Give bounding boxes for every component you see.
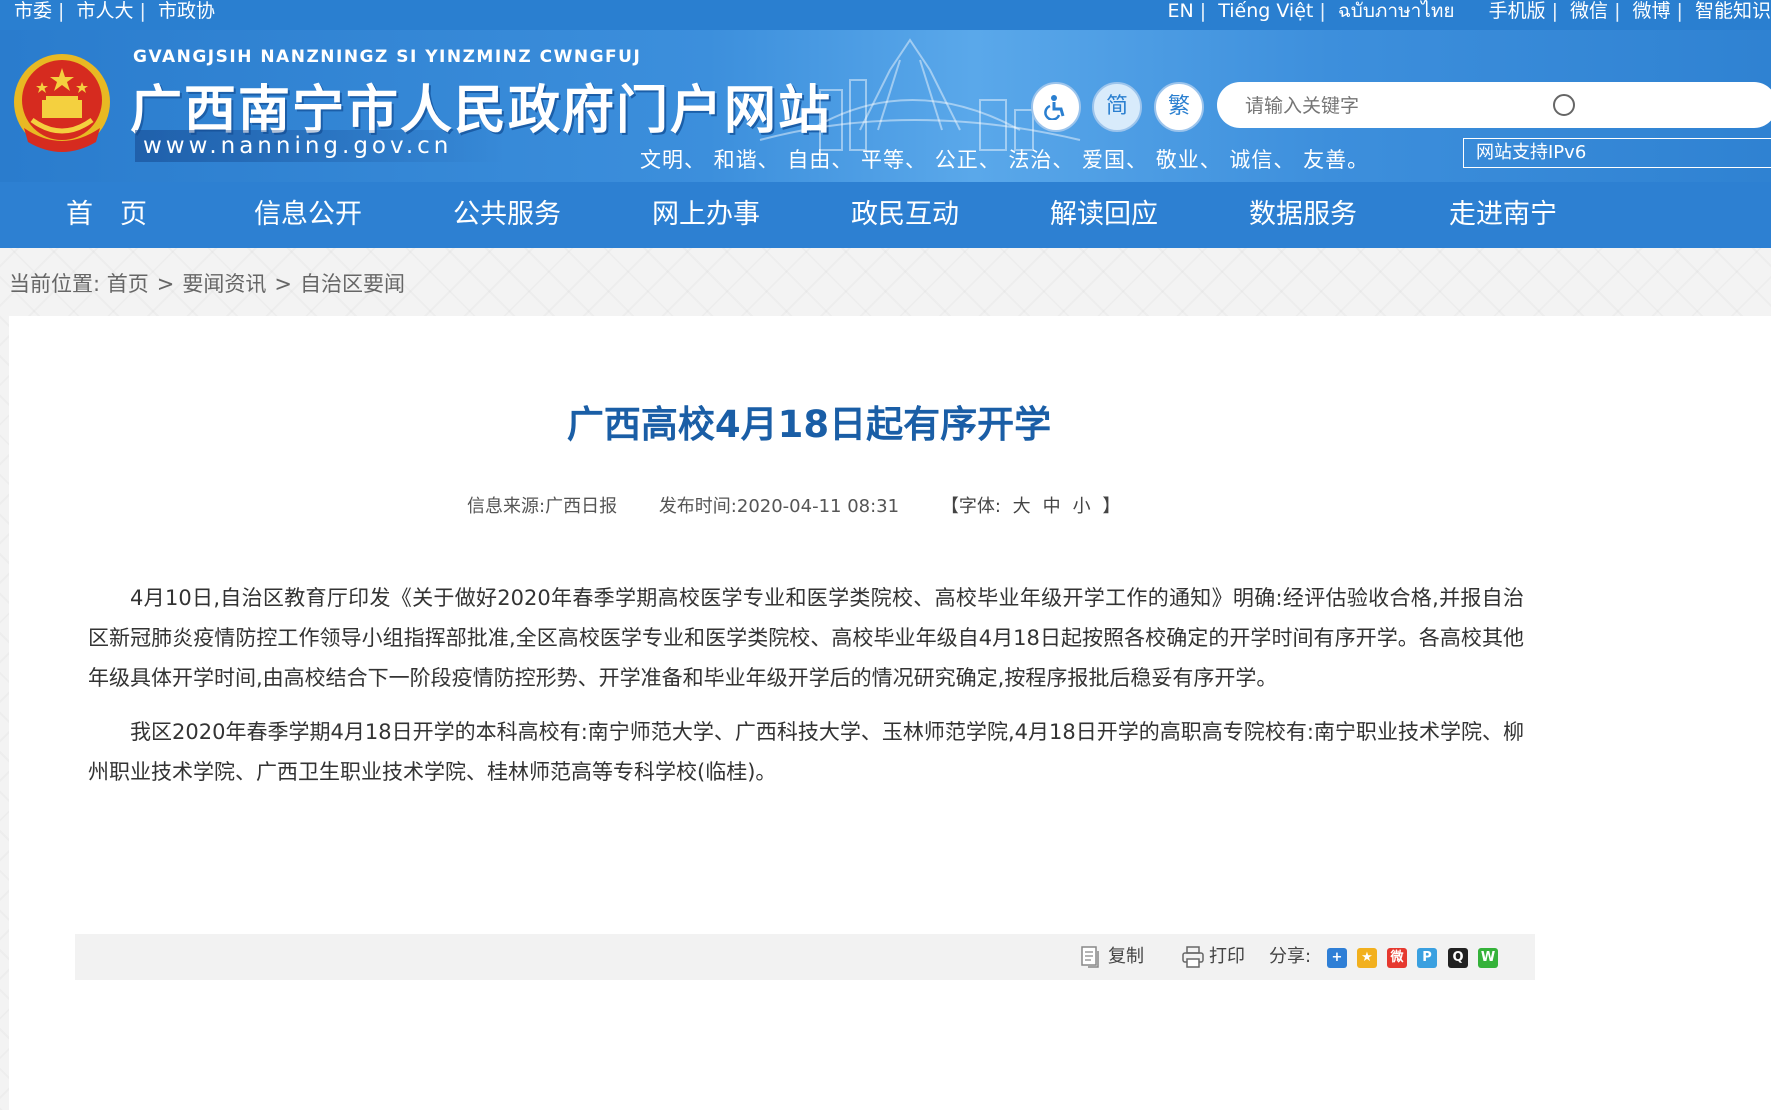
wheelchair-icon	[1044, 95, 1065, 121]
link-english[interactable]: EN	[1168, 0, 1194, 22]
core-values-slogan: 文明、 和谐、 自由、 平等、 公正、 法治、 爱国、 敬业、 诚信、 友善。	[640, 148, 1370, 172]
nav-interpretation[interactable]: 解读回应	[1050, 182, 1158, 248]
nav-interaction[interactable]: 政民互动	[851, 182, 959, 248]
qq-icon[interactable]: Q	[1448, 948, 1468, 968]
search-box	[1217, 82, 1771, 128]
nav-about-nanning[interactable]: 走进南宁	[1449, 182, 1557, 248]
top-links-right: EN | Tiếng Việt | ฉบับภาษาไทย 手机版 | 微信 | 微博 |…	[1167, 0, 1771, 22]
nav-data-services[interactable]: 数据服务	[1249, 182, 1357, 248]
qzone-star-icon[interactable]: ★	[1357, 948, 1377, 968]
link-thai[interactable]: ฉบับภาษาไทย	[1338, 0, 1455, 22]
article-paragraph: 我区2020年春季学期4月18日开学的本科高校有:南宁师范大学、广西科技大学、玉…	[88, 720, 1524, 784]
qzone-plus-icon[interactable]: +	[1327, 948, 1347, 968]
main-nav: 首 页 信息公开 公共服务 网上办事 政民互动 解读回应 数据服务 走进南宁	[0, 182, 1771, 248]
article-meta: 信息来源:广西日报 发布时间:2020-04-11 08:31 【字体: 大中小…	[467, 492, 1120, 518]
simplified-chinese-button[interactable]: 简	[1092, 82, 1142, 132]
search-input[interactable]	[1243, 90, 1547, 122]
national-emblem-icon	[14, 54, 110, 152]
font-size-small[interactable]: 小	[1073, 496, 1091, 517]
link-mobile[interactable]: 手机版	[1489, 0, 1546, 22]
print-button[interactable]: 打印	[1181, 944, 1245, 970]
nav-online-services[interactable]: 网上办事	[652, 182, 760, 248]
breadcrumb-prefix: 当前位置:	[9, 272, 101, 296]
link-weibo[interactable]: 微博	[1633, 0, 1671, 22]
site-header: GVANGJSIH NANZNINGZ SI YINZMINZ CWNGFUJ …	[0, 30, 1771, 182]
font-size-switcher: 【字体: 大中小 】	[940, 496, 1121, 517]
printer-icon	[1182, 946, 1204, 968]
link-cppcc[interactable]: 市政协	[158, 0, 215, 22]
breadcrumb: 当前位置: 首页 > 要闻资讯 > 自治区要闻	[9, 272, 405, 296]
article-title: 广西高校4月18日起有序开学	[566, 403, 1052, 446]
site-url: www.nanning.gov.cn	[135, 130, 503, 162]
share-label: 分享:	[1269, 946, 1312, 967]
link-wechat[interactable]: 微信	[1570, 0, 1608, 22]
accessibility-button[interactable]	[1031, 82, 1081, 132]
tencent-icon[interactable]: P	[1417, 948, 1437, 968]
article-paragraph: 4月10日,自治区教育厅印发《关于做好2020年春季学期高校医学专业和医学类院校…	[88, 586, 1524, 690]
font-size-large[interactable]: 大	[1013, 496, 1031, 517]
font-size-medium[interactable]: 中	[1043, 496, 1061, 517]
top-bar: 市委 | 市人大 | 市政协 EN | Tiếng Việt | ฉบับภาษาไทย…	[0, 0, 1771, 30]
top-links-left: 市委 | 市人大 | 市政协	[14, 0, 215, 22]
nav-home[interactable]: 首 页	[66, 182, 147, 248]
breadcrumb-news[interactable]: 要闻资讯	[182, 272, 266, 296]
article-toolbar: 复制 打印 分享: + ★ 微 P Q W	[75, 934, 1535, 980]
nav-info-disclosure[interactable]: 信息公开	[254, 182, 362, 248]
copy-icon	[1081, 946, 1099, 968]
search-icon[interactable]	[1553, 94, 1575, 116]
weibo-icon[interactable]: 微	[1387, 948, 1407, 968]
link-peoples-congress[interactable]: 市人大	[76, 0, 133, 22]
breadcrumb-region-news[interactable]: 自治区要闻	[300, 272, 405, 296]
ipv6-support-label: 网站支持IPv6	[1463, 138, 1771, 168]
wechat-icon[interactable]: W	[1478, 948, 1498, 968]
article-publish-time: 发布时间:2020-04-11 08:31	[658, 496, 900, 517]
article-card: 广西高校4月18日起有序开学 信息来源:广西日报 发布时间:2020-04-11…	[9, 316, 1771, 1110]
article-source: 信息来源:广西日报	[467, 496, 618, 517]
traditional-chinese-button[interactable]: 繁	[1154, 82, 1204, 132]
breadcrumb-home[interactable]: 首页	[107, 272, 149, 296]
nav-public-services[interactable]: 公共服务	[453, 182, 561, 248]
link-party-committee[interactable]: 市委	[14, 0, 52, 22]
link-vietnamese[interactable]: Tiếng Việt	[1218, 0, 1313, 22]
link-smart-knowledge[interactable]: 智能知识	[1695, 0, 1771, 22]
article-body: 4月10日,自治区教育厅印发《关于做好2020年春季学期高校医学专业和医学类院校…	[88, 578, 1524, 806]
copy-button[interactable]: 复制	[1080, 944, 1144, 970]
